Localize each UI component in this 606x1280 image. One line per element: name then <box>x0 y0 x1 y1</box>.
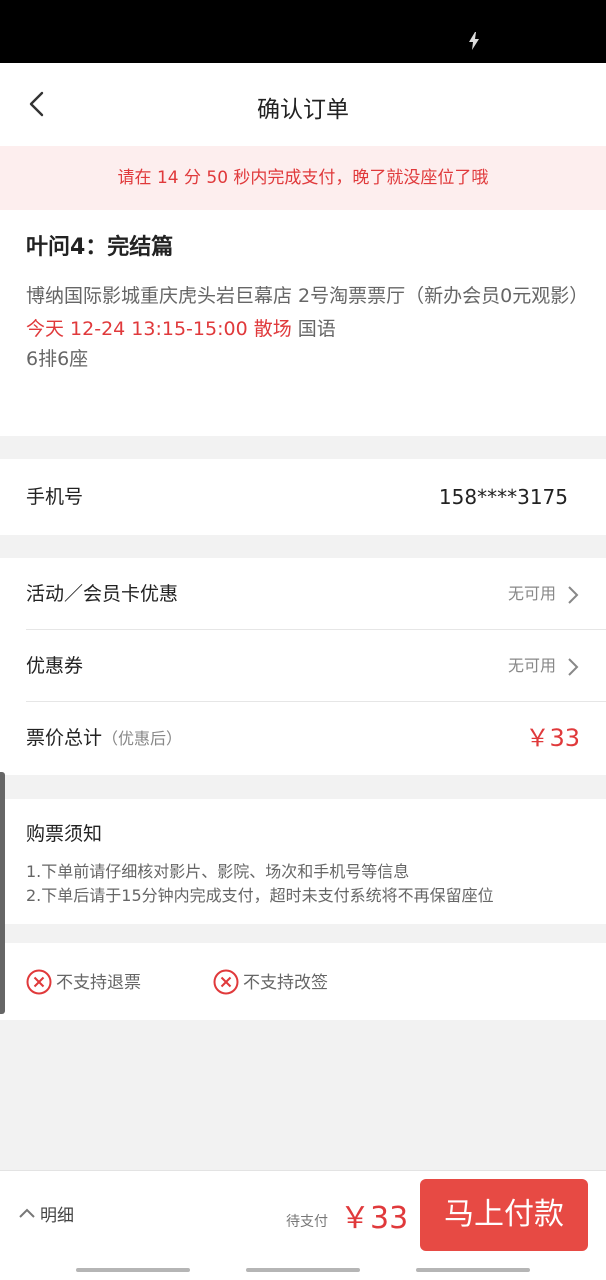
status-bar <box>0 0 606 63</box>
no-refund-label: 不支持退票 <box>56 973 141 993</box>
payment-countdown-notice: 请在 14 分 50 秒内完成支付，晚了就没座位了哦 <box>0 146 606 210</box>
purchase-notes-card: 购票须知 1.下单前请仔细核对影片、影院、场次和手机号等信息 2.下单后请于15… <box>0 799 606 924</box>
phone-card: 手机号 158****3175 <box>0 459 606 535</box>
note-item: 1.下单前请仔细核对影片、影院、场次和手机号等信息 <box>26 862 410 881</box>
pending-payment-label: 待支付 <box>286 1214 328 1230</box>
bottom-bar: 明细 待支付 ￥33 马上付款 <box>0 1170 606 1260</box>
page-title: 确认订单 <box>257 97 349 123</box>
activity-discount-row[interactable]: 活动／会员卡优惠 无可用 <box>0 558 606 630</box>
nav-gesture-bar[interactable] <box>246 1268 360 1272</box>
total-price-row: 票价总计（优惠后） ￥33 <box>0 702 606 774</box>
phone-value: 158****3175 <box>438 485 568 509</box>
seat-info: 6排6座 <box>26 348 89 370</box>
coupon-label: 优惠券 <box>26 655 84 677</box>
detail-label: 明细 <box>40 1206 74 1226</box>
chevron-right-icon <box>568 658 579 676</box>
notes-title: 购票须知 <box>26 823 103 845</box>
chevron-up-icon <box>19 1208 35 1218</box>
nav-gesture-bar[interactable] <box>76 1268 190 1272</box>
policy-card: 不支持退票 不支持改签 <box>0 943 606 1020</box>
coupon-row[interactable]: 优惠券 无可用 <box>0 630 606 702</box>
total-price-value: ￥33 <box>525 724 580 752</box>
total-price-sub: （优惠后） <box>102 729 183 748</box>
total-price-label-text: 票价总计 <box>26 727 103 749</box>
activity-discount-status: 无可用 <box>507 584 556 603</box>
no-change-label: 不支持改签 <box>243 973 328 993</box>
cinema-name: 博纳国际影城重庆虎头岩巨幕店 2号淘票票厅（新办会员0元观影） <box>26 285 589 307</box>
phone-row[interactable]: 手机号 158****3175 <box>0 459 606 535</box>
chevron-right-icon <box>568 586 579 604</box>
language: 国语 <box>297 318 336 340</box>
activity-discount-label: 活动／会员卡优惠 <box>26 583 179 605</box>
pay-now-button[interactable]: 马上付款 <box>420 1179 588 1251</box>
header: 确认订单 <box>0 63 606 146</box>
total-price-label: 票价总计（优惠后） <box>26 702 182 775</box>
phone-label: 手机号 <box>26 486 84 508</box>
showtime-line: 今天 12-24 13:15-15:00 散场 国语 <box>26 314 580 344</box>
discount-card: 活动／会员卡优惠 无可用 优惠券 无可用 票价总计（优惠后） ￥33 <box>0 558 606 775</box>
circle-x-icon <box>26 969 52 995</box>
edge-drag-handle[interactable] <box>0 772 5 1014</box>
movie-title: 叶问4：完结篇 <box>26 235 174 260</box>
amount-due: ￥33 <box>340 1201 409 1236</box>
system-nav-bar <box>0 1260 606 1280</box>
movie-info-card: 叶问4：完结篇 博纳国际影城重庆虎头岩巨幕店 2号淘票票厅（新办会员0元观影） … <box>0 210 606 436</box>
coupon-status: 无可用 <box>507 656 556 675</box>
lightning-icon <box>469 32 479 50</box>
circle-x-icon <box>213 969 239 995</box>
nav-gesture-bar[interactable] <box>416 1268 530 1272</box>
showtime: 今天 12-24 13:15-15:00 散场 <box>26 318 292 340</box>
note-item: 2.下单后请于15分钟内完成支付，超时未支付系统将不再保留座位 <box>26 886 494 905</box>
